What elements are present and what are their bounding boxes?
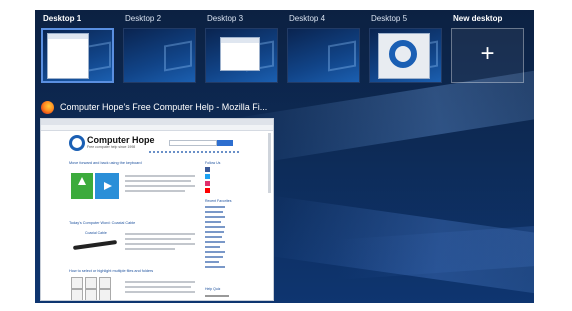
wallpaper-thumbnail <box>288 29 359 82</box>
wallpaper-thumbnail <box>124 29 195 82</box>
article-text <box>125 185 195 187</box>
sidebar-link <box>205 226 225 228</box>
sidebar-link <box>205 216 225 218</box>
sidebar-link <box>205 206 225 208</box>
cable-caption: Coaxial Cable <box>85 231 107 235</box>
window-thumbnail <box>47 33 89 79</box>
site-tagline: Free computer help since 1998 <box>87 145 136 149</box>
key-icon <box>71 277 83 289</box>
sidebar-link <box>205 261 219 263</box>
new-desktop[interactable]: New desktop + <box>451 10 526 83</box>
article-text <box>125 233 195 235</box>
key-icon <box>99 289 111 300</box>
desktop-thumbnail[interactable] <box>41 28 114 83</box>
firefox-icon <box>41 100 54 114</box>
twitter-icon <box>205 174 210 179</box>
coaxial-cable-image: Coaxial Cable <box>71 229 121 251</box>
desktop-label: Desktop 1 <box>43 14 82 23</box>
article-heading: Today's Computer Word: Coaxial Cable <box>69 221 136 225</box>
sidebar-link <box>205 251 225 253</box>
plus-icon: + <box>480 40 495 67</box>
sidebar-link <box>205 236 222 238</box>
desktop-thumbnail[interactable] <box>205 28 278 83</box>
right-arrow-icon <box>95 173 119 199</box>
article-text <box>125 243 195 245</box>
new-desktop-label: New desktop <box>453 14 503 23</box>
article-heading: How to select or highlight multiple file… <box>69 269 154 273</box>
window-thumbnail <box>378 33 430 79</box>
sidebar-link <box>205 211 223 213</box>
site-nav-links <box>149 151 239 157</box>
sidebar-link <box>205 256 223 258</box>
window-title: Computer Hope's Free Computer Help - Moz… <box>60 102 268 112</box>
article-text <box>125 291 195 293</box>
window-preview[interactable]: Computer Hope Free computer help since 1… <box>40 118 274 301</box>
article-text <box>125 180 191 182</box>
article-text <box>125 238 191 240</box>
facebook-icon <box>205 167 210 172</box>
computer-hope-logo-icon <box>69 135 85 151</box>
desktop-label: Desktop 4 <box>289 14 326 23</box>
desktop-4[interactable]: Desktop 4 <box>287 10 362 83</box>
sidebar-text <box>205 295 229 297</box>
sidebar-heading: Follow Us <box>205 161 221 165</box>
article-text <box>125 248 175 250</box>
sidebar-heading: Help Quiz <box>205 287 221 291</box>
desktop-label: Desktop 3 <box>207 14 244 23</box>
task-view: Desktop 1 Desktop 2 Desktop 3 Desktop 4 … <box>35 10 534 303</box>
article-text <box>125 286 191 288</box>
logo-thumbnail <box>389 40 417 68</box>
window-thumbnail <box>220 37 260 71</box>
sidebar-link <box>205 221 221 223</box>
keyboard-keys-image <box>71 277 119 300</box>
site-search-button <box>217 140 233 146</box>
site-search-input <box>169 140 217 146</box>
key-icon <box>71 289 83 300</box>
sidebar-link <box>205 246 220 248</box>
article-text <box>125 281 195 283</box>
scrollbar[interactable] <box>268 133 271 193</box>
sidebar-link <box>205 266 225 268</box>
instagram-icon <box>205 181 210 186</box>
sidebar-heading: Recent Favorites <box>205 199 232 203</box>
desktop-3[interactable]: Desktop 3 <box>205 10 280 83</box>
cable-icon <box>72 239 118 251</box>
window-caption[interactable]: Computer Hope's Free Computer Help - Moz… <box>41 99 267 115</box>
desktop-thumbnail[interactable] <box>123 28 196 83</box>
article-heading: Move forward and back using the keyboard <box>69 161 142 165</box>
new-desktop-button[interactable]: + <box>451 28 524 83</box>
site-brand: Computer Hope <box>87 135 155 145</box>
desktop-thumbnail[interactable] <box>287 28 360 83</box>
article-text <box>125 190 185 192</box>
key-icon <box>85 277 97 289</box>
desktop-label: Desktop 2 <box>125 14 162 23</box>
web-page: Computer Hope Free computer help since 1… <box>69 131 239 300</box>
desktop-thumbnail[interactable] <box>369 28 442 83</box>
up-arrow-icon <box>71 173 93 199</box>
sidebar-link <box>205 241 225 243</box>
key-icon <box>99 277 111 289</box>
keyboard-arrows-image <box>71 173 119 199</box>
sidebar-link <box>205 231 224 233</box>
desktop-2[interactable]: Desktop 2 <box>123 10 198 83</box>
key-icon <box>85 289 97 300</box>
desktop-label: Desktop 5 <box>371 14 408 23</box>
youtube-icon <box>205 188 210 193</box>
desktop-5[interactable]: Desktop 5 <box>369 10 444 83</box>
desktop-1[interactable]: Desktop 1 <box>41 10 116 83</box>
article-text <box>125 175 195 177</box>
